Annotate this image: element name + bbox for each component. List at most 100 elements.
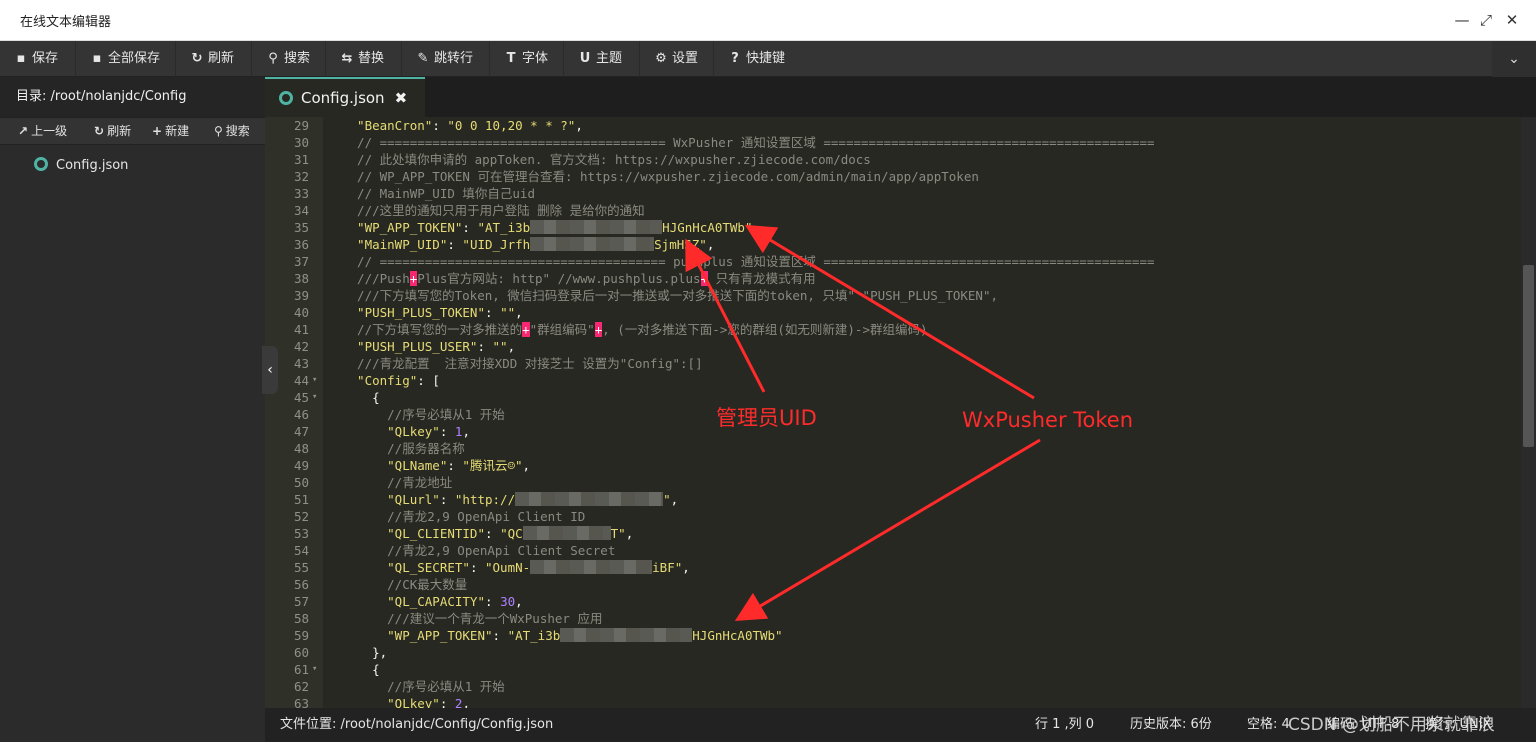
sidebar-refresh-button[interactable]: ↻ 刷新 [94,117,131,145]
help-icon: ? [731,51,739,66]
line-number: 33 [293,186,309,201]
save-all-icon: ▪ [92,51,102,66]
scrollbar-thumb[interactable] [1523,265,1534,447]
code-token: "" [500,305,516,320]
redacted-value [560,628,693,642]
line-number: 34 [293,203,309,218]
line-number: 29 [293,118,309,133]
code-text: // WP_APP_TOKEN 可在管理台查看: https://wxpushe… [342,168,979,185]
code-text: "WP_APP_TOKEN": "AT_i3b HJGnHcA0TWb", [342,219,760,236]
refresh-button[interactable]: ↻ 刷新 [176,41,252,77]
code-token: "QL_CAPACITY" [342,594,485,609]
code-token: "QLName" [342,458,448,473]
theme-icon: U [579,51,591,66]
code-text: //青龙地址 [342,474,452,491]
code-text: }, [342,644,387,661]
indent-setting[interactable]: 空格: 4 [1247,708,1290,742]
code-token: : [485,526,501,541]
code-token: // MainWP_UID 填你自己uid [342,186,535,201]
code-token: "QLurl" [342,492,440,507]
line-number: 53 [293,526,309,541]
redacted-value [530,560,653,574]
code-token: Plus官方网站: http" //www.pushplus.plus [417,271,701,286]
code-token: , [670,492,679,507]
font-icon: T [506,51,516,66]
code-token: + [522,322,530,337]
code-token: , [522,458,531,473]
redacted-value [522,526,611,540]
search-icon: ⚲ [214,124,223,138]
code-token: ///下方填写您的Token, 微信扫码登录后一对一推送或一对多推送下面的tok… [342,288,999,303]
code-token: "BeanCron" [342,118,433,133]
line-number: 58 [293,611,309,626]
close-tab-icon[interactable]: ✖ [395,89,408,107]
code-token: "0 0 10,20 * * ?" [447,118,576,133]
code-token: ///青龙配置 注意对接XDD 对接芝士 设置为"Config":[] [342,356,703,371]
code-token: , [752,220,761,235]
redacted-value [515,492,664,506]
refresh-icon: ↻ [191,51,203,66]
pin-icon: ✎ [417,51,429,66]
replace-button[interactable]: ⇆ 替换 [326,41,402,77]
code-token: //青龙地址 [342,475,453,490]
sidebar-search-button[interactable]: ⚲ 搜索 [214,117,250,145]
code-text: "BeanCron": "0 0 10,20 * * ?", [342,117,583,134]
file-sidebar: 目录: /root/nolanjdc/Config ↗ 上一级 ↻ 刷新 + 新建 ⚲… [0,77,265,742]
fold-toggle-icon[interactable]: ▾ [312,372,317,389]
new-file-button[interactable]: + 新建 [152,117,189,145]
file-item-config-json[interactable]: Config.json [34,155,128,177]
code-text: "QL_CAPACITY": 30, [342,593,523,610]
code-token: , (一对多推送下面->您的群组(如无则新建)->群组编码) [602,322,928,337]
code-token: "QC [500,526,523,541]
vertical-scrollbar[interactable] [1521,117,1536,708]
theme-button[interactable]: U 主题 [564,41,640,77]
code-token: "UID_Jrfh [462,237,531,252]
code-text: "PUSH_PLUS_TOKEN": "", [342,304,523,321]
tab-bar: Config.json ✖ [265,77,1536,117]
chevron-down-icon: ⌄ [1508,51,1520,67]
code-text: "WP_APP_TOKEN": "AT_i3b HJGnHcA0TWb" [342,627,783,644]
code-token: SjmHSZ" [654,237,707,252]
toggle-sidebar-button[interactable]: ‹ [262,346,278,394]
code-text: ///青龙配置 注意对接XDD 对接芝士 设置为"Config":[] [342,355,703,372]
code-token: ///Push [342,271,410,286]
code-token: , [706,237,715,252]
code-token: "" [492,339,508,354]
save-button[interactable]: ▪ 保存 [0,41,76,77]
gear-icon: ⚙ [655,51,667,66]
tab-config-json[interactable]: Config.json ✖ [265,77,425,117]
code-token: "QL_SECRET" [342,560,470,575]
code-token: // =====================================… [342,254,1155,269]
search-button[interactable]: ⚲ 搜索 [252,41,326,77]
fold-toggle-icon[interactable]: ▾ [312,661,317,678]
code-text: // MainWP_UID 填你自己uid [342,185,535,202]
maximize-icon[interactable]: ⤢ [1476,10,1496,30]
font-button[interactable]: T 字体 [490,41,564,77]
shortcuts-button[interactable]: ? 快捷键 [714,41,802,77]
parent-dir-button[interactable]: ↗ 上一级 [18,117,67,145]
goto-line-button[interactable]: ✎ 跳转行 [402,41,490,77]
settings-button[interactable]: ⚙ 设置 [640,41,714,77]
code-token: , [515,594,523,609]
save-all-button[interactable]: ▪ 全部保存 [76,41,176,77]
code-token: : [492,628,508,643]
code-token: T" [610,526,626,541]
wxpusher-token-annotation: WxPusher Token [962,408,1134,432]
directory-path: 目录: /root/nolanjdc/Config [0,77,265,117]
code-token: "QLkey" [342,424,440,439]
collapse-toolbar-button[interactable]: ⌄ [1492,41,1536,77]
code-token: //序号必填从1 开始 [342,679,505,694]
line-number: 56 [293,577,309,592]
line-number: 63 [293,696,309,708]
code-text: { [342,389,380,406]
minimize-icon[interactable]: — [1452,10,1472,30]
history-versions[interactable]: 历史版本: 6份 [1130,708,1212,742]
code-token: 只有青龙模式有用 [708,271,816,286]
file-location: 文件位置: /root/nolanjdc/Config/Config.json [280,717,554,732]
code-editor[interactable]: 29 "BeanCron": "0 0 10,20 * * ?", 30 // =… [265,117,1521,708]
fold-toggle-icon[interactable]: ▾ [312,389,317,406]
window-title: 在线文本编辑器 [20,15,112,30]
close-icon[interactable]: ✕ [1502,10,1522,30]
code-token: HJGnHcA0TWb" [662,220,753,235]
code-token: , [462,696,470,708]
